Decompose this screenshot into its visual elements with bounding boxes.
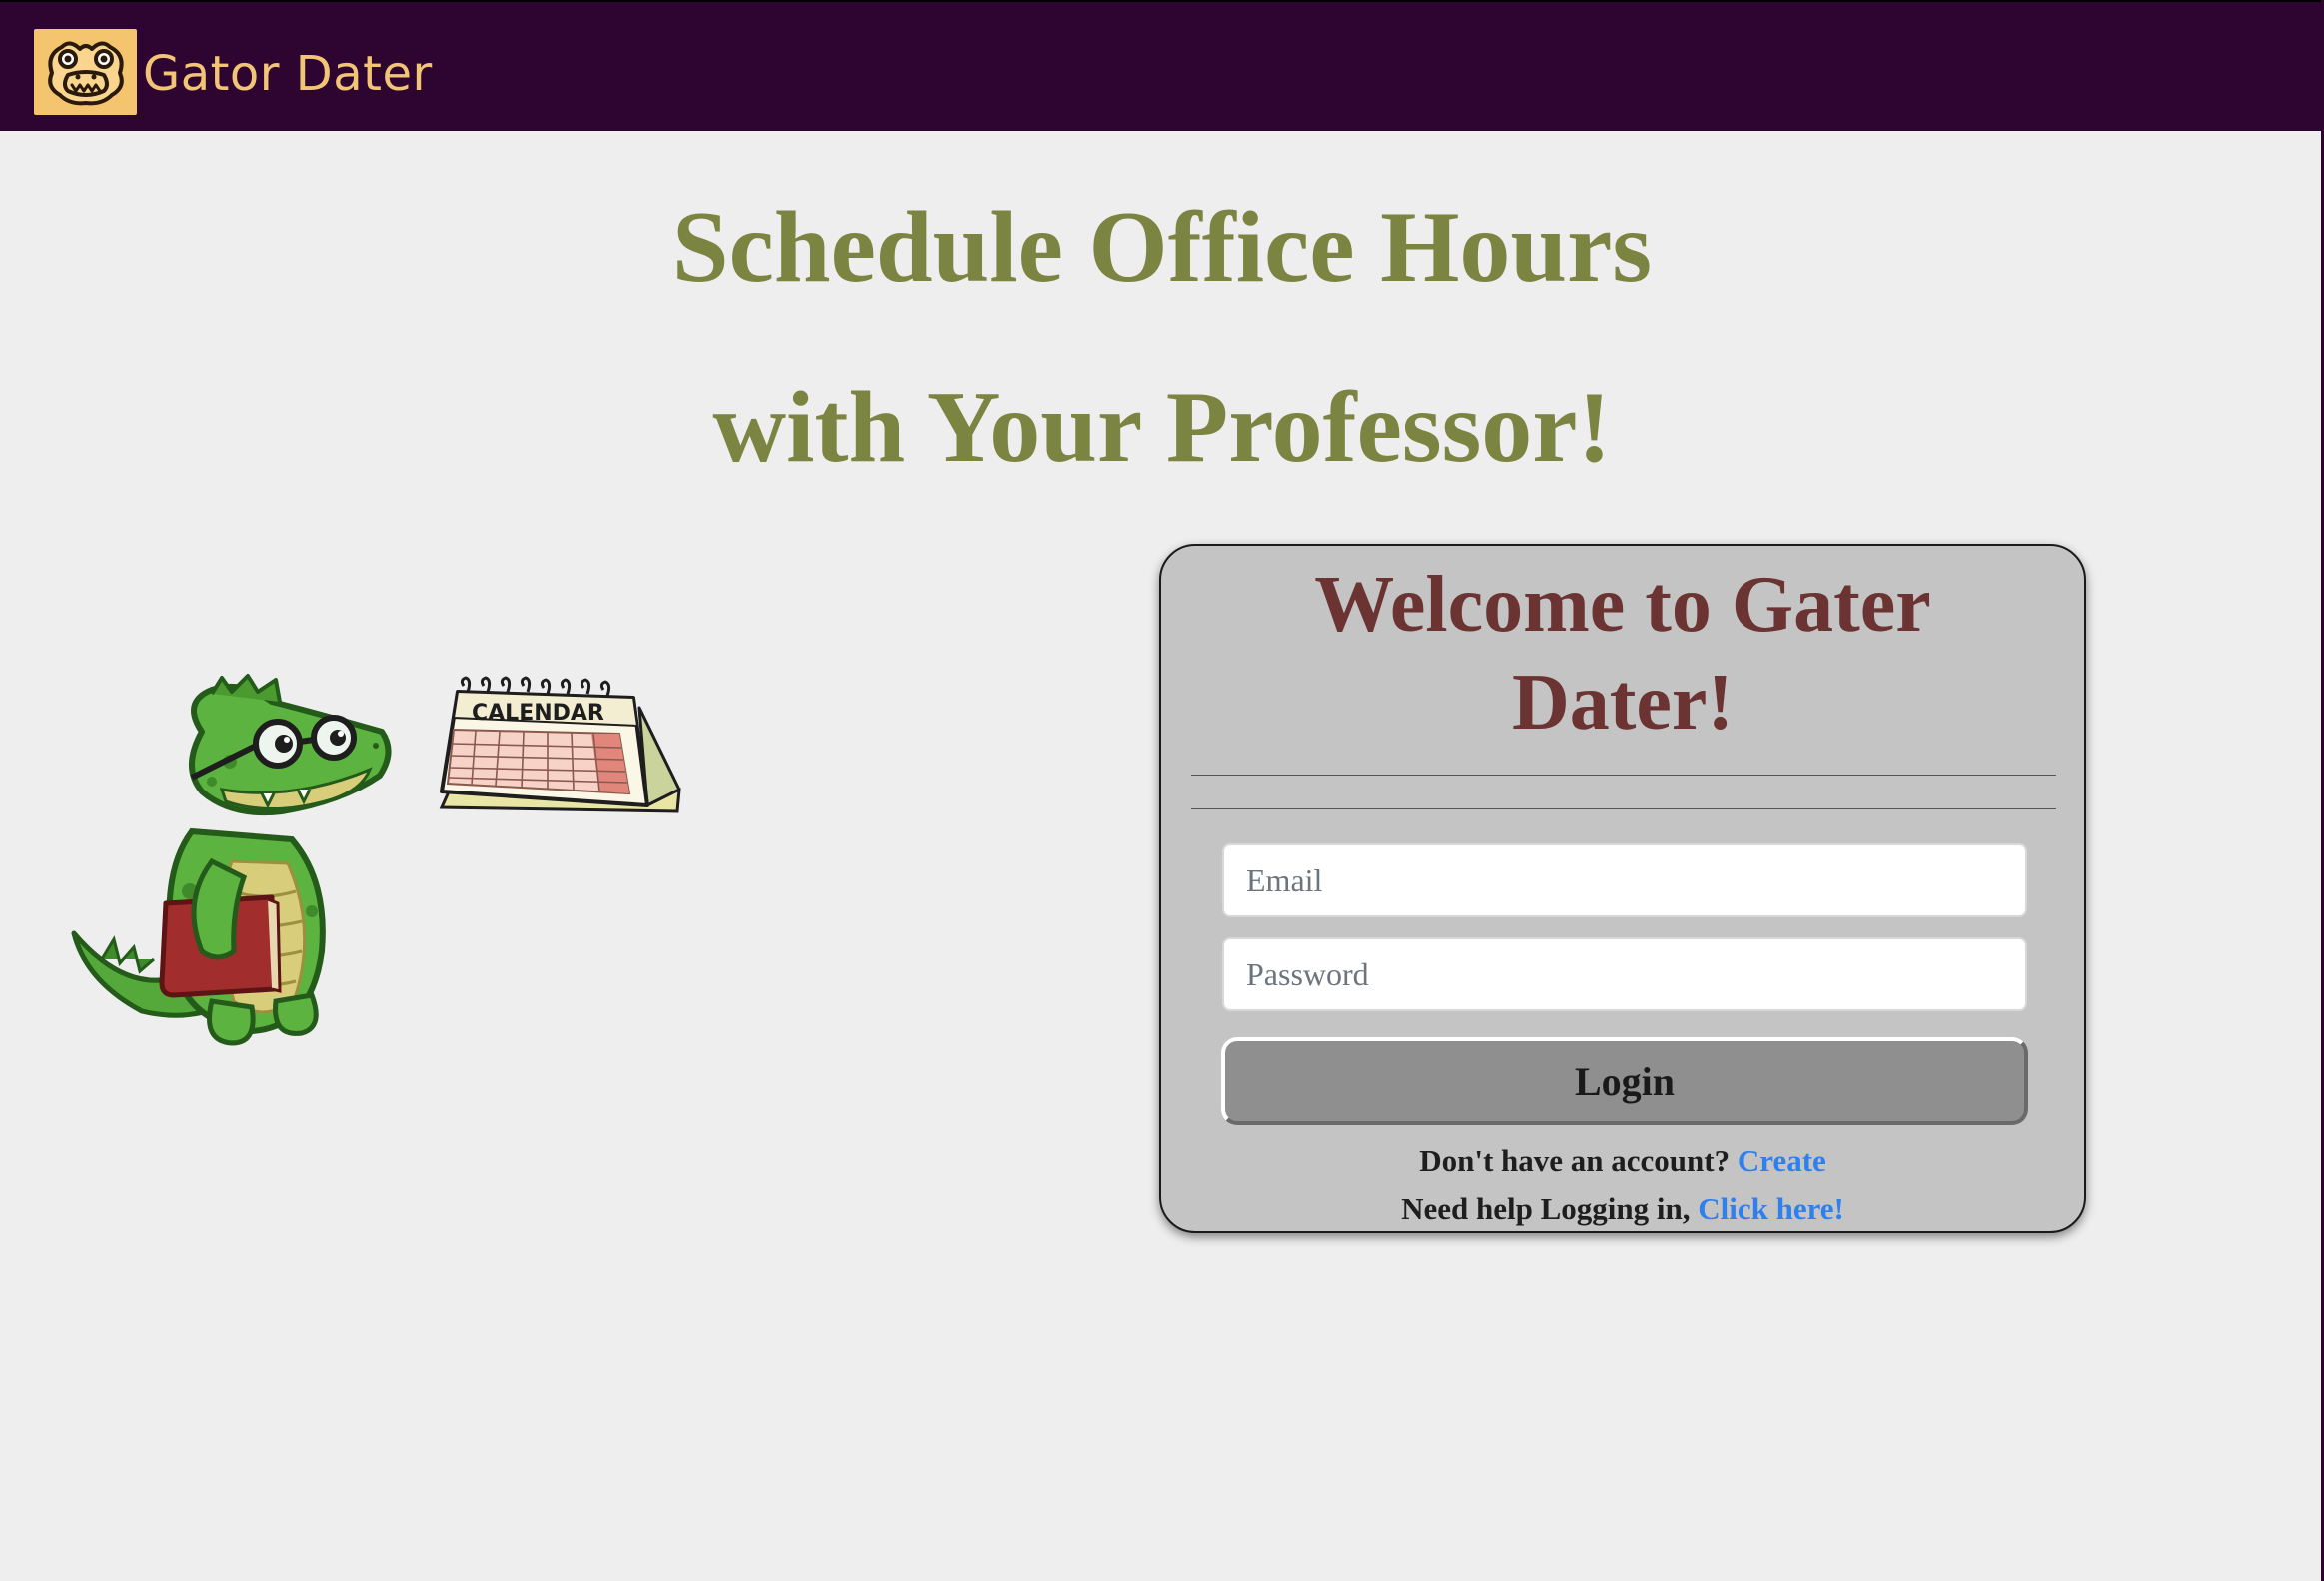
divider-bottom bbox=[1191, 808, 2056, 809]
email-input[interactable] bbox=[1222, 843, 2027, 917]
gator-student-icon bbox=[71, 674, 392, 1046]
login-card-title-line-1: Welcome to Gater bbox=[1314, 561, 1931, 649]
brand-name: Gator Dater bbox=[143, 46, 433, 102]
hero-illustration: CALENDAR bbox=[71, 674, 681, 1046]
login-help-text: Need help Logging in, bbox=[1401, 1191, 1691, 1226]
hero-title-line-1: Schedule Office Hours bbox=[671, 191, 1653, 304]
brand-home-link[interactable]: Gator Dater bbox=[34, 28, 433, 116]
create-account-link[interactable]: Create bbox=[1738, 1143, 1826, 1178]
login-card-title-line-2: Dater! bbox=[1511, 659, 1735, 747]
signup-prompt-text: Don't have an account? bbox=[1419, 1143, 1731, 1178]
calendar-icon: CALENDAR bbox=[439, 676, 681, 813]
login-button[interactable]: Login bbox=[1221, 1037, 2028, 1125]
password-input[interactable] bbox=[1222, 937, 2027, 1011]
top-navbar: Gator Dater bbox=[0, 0, 2324, 131]
login-help-line: Need help Logging in, Click here! bbox=[1161, 1189, 2084, 1229]
hero-title: Schedule Office Hours with Your Professo… bbox=[0, 158, 2324, 518]
login-card-title: Welcome to Gater Dater! bbox=[1161, 556, 2084, 752]
gator-logo-icon bbox=[34, 29, 137, 115]
signup-prompt-line: Don't have an account? Create bbox=[1161, 1141, 2084, 1181]
login-card: Welcome to Gater Dater! Login Don't have… bbox=[1159, 544, 2086, 1233]
divider-top bbox=[1191, 775, 2056, 776]
login-help-link[interactable]: Click here! bbox=[1698, 1191, 1844, 1226]
hero-title-line-2: with Your Professor! bbox=[712, 371, 1612, 484]
calendar-label: CALENDAR bbox=[472, 701, 604, 726]
